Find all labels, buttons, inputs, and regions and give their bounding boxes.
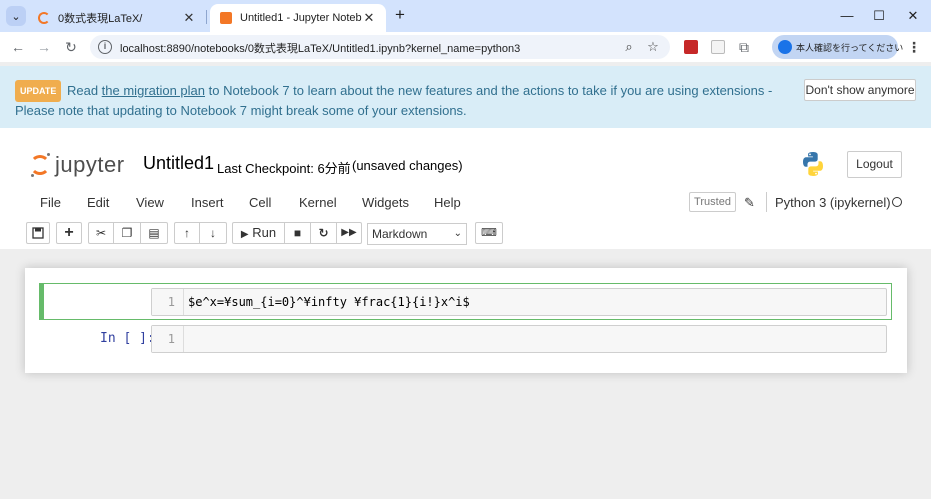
tab-separator	[206, 10, 207, 24]
input-prompt: In [ ]:	[100, 331, 155, 346]
insert-cell-below-button[interactable]: +	[56, 222, 82, 244]
menu-cell[interactable]: Cell	[249, 195, 271, 210]
chevron-down-icon: ⌄	[453, 228, 462, 239]
command-palette-button[interactable]: ⌨	[475, 222, 503, 244]
close-window-button[interactable]: ✕	[903, 6, 923, 26]
notebook-title[interactable]: Untitled1	[143, 153, 214, 174]
tab-search-button[interactable]: ⌄	[6, 6, 26, 26]
paste-cells-button[interactable]: ▤	[141, 222, 168, 244]
tab-title: Untitled1 - Jupyter Notebook	[240, 12, 362, 24]
banner-message: UPDATE Read the migration plan to Notebo…	[15, 80, 800, 120]
close-tab-icon[interactable]: ✕	[362, 10, 376, 26]
fast-forward-icon: ▶▶	[341, 227, 357, 238]
code-cell-editor[interactable]: 1	[151, 325, 887, 353]
trusted-indicator[interactable]: Trusted	[689, 192, 736, 212]
address-bar[interactable]: i localhost:8890/notebooks/0数式表現LaTeX/Un…	[90, 35, 670, 59]
extension-icon[interactable]	[711, 40, 725, 54]
cell-type-select[interactable]: Markdown ⌄	[367, 223, 467, 245]
bookmark-star-icon[interactable]: ☆	[644, 38, 662, 56]
copy-cells-button[interactable]: ❐	[114, 222, 141, 244]
keyboard-icon: ⌨	[481, 227, 497, 239]
python-logo-icon	[803, 152, 823, 176]
new-tab-button[interactable]: +	[390, 6, 410, 26]
menu-view[interactable]: View	[136, 195, 164, 210]
update-banner: UPDATE Read the migration plan to Notebo…	[0, 66, 931, 128]
logo-dot	[31, 174, 34, 177]
interrupt-kernel-button[interactable]: ■	[285, 222, 311, 244]
browser-tab-active[interactable]: Untitled1 - Jupyter Notebook ✕	[210, 4, 386, 32]
maximize-window-button[interactable]: ☐	[869, 6, 889, 26]
close-tab-icon[interactable]: ✕	[182, 10, 196, 26]
minimize-window-button[interactable]: —	[837, 6, 857, 26]
jupyter-logo[interactable]: jupyter	[30, 152, 128, 180]
logo-dot	[47, 153, 50, 156]
move-down-button[interactable]: ↓	[200, 222, 227, 244]
move-up-button[interactable]: ↑	[174, 222, 200, 244]
menu-help[interactable]: Help	[434, 195, 461, 210]
plus-icon: +	[64, 224, 74, 241]
paste-icon: ▤	[148, 226, 160, 240]
save-icon	[32, 227, 44, 239]
tab-title: 0数式表現LaTeX/	[58, 13, 143, 25]
scissors-icon: ✂	[95, 226, 107, 240]
browser-tab-inactive[interactable]: 0数式表現LaTeX/ ✕	[28, 4, 206, 32]
restart-run-all-button[interactable]: ▶▶	[337, 222, 362, 244]
cell-editor[interactable]: 1 $e^x=¥sum_{i=0}^¥infty ¥frac{1}{i!}x^i…	[151, 288, 887, 316]
kernel-idle-indicator-icon	[892, 197, 902, 207]
avatar	[778, 40, 792, 54]
zoom-icon[interactable]: ⌕	[620, 38, 638, 56]
edit-mode-pencil-icon: ✎	[744, 195, 755, 210]
source-text: $e^x=¥sum_{i=0}^¥infty ¥frac{1}{i!}x^i$	[188, 295, 470, 309]
arrow-down-icon: ↓	[210, 226, 216, 240]
jupyter-wordmark: jupyter	[55, 152, 125, 177]
last-checkpoint: Last Checkpoint: 6分前	[217, 161, 351, 176]
run-button[interactable]: ▶ Run	[232, 222, 285, 244]
arrow-up-icon: ↑	[184, 226, 190, 240]
profile-chip[interactable]: 本人確認を行ってください	[772, 35, 903, 59]
logout-button[interactable]: Logout	[847, 151, 902, 178]
line-number: 1	[152, 289, 184, 315]
stop-icon: ■	[293, 226, 302, 240]
jupyter-favicon-icon	[220, 12, 232, 24]
pdf-extension-icon[interactable]	[684, 40, 698, 54]
kernel-divider	[766, 192, 767, 212]
menu-edit[interactable]: Edit	[87, 195, 109, 210]
restart-kernel-button[interactable]: ↻	[311, 222, 337, 244]
profile-label: 本人確認を行ってください	[796, 42, 904, 53]
save-button[interactable]	[26, 222, 50, 244]
restart-icon: ↻	[318, 226, 329, 240]
jupyter-logo-ring-icon	[30, 155, 50, 175]
browser-tabstrip: ⌄ 0数式表現LaTeX/ ✕ Untitled1 - Jupyter Note…	[0, 0, 931, 32]
menu-widgets[interactable]: Widgets	[362, 195, 409, 210]
banner-text-before: Read	[66, 83, 102, 98]
forward-icon[interactable]: →	[34, 37, 54, 57]
menu-file[interactable]: File	[40, 195, 61, 210]
copy-icon: ❐	[121, 226, 133, 240]
update-badge: UPDATE	[15, 80, 62, 102]
browser-menu-icon[interactable]: ⋮	[906, 37, 922, 57]
reload-icon[interactable]: ↻	[61, 37, 81, 57]
dont-show-anymore-button[interactable]: Don't show anymore	[804, 79, 916, 101]
line-number: 1	[152, 326, 184, 352]
site-info-icon[interactable]: i	[98, 40, 112, 54]
run-label: Run	[252, 225, 277, 240]
menu-insert[interactable]: Insert	[191, 195, 224, 210]
cell-type-value: Markdown	[372, 227, 428, 241]
extensions-puzzle-icon[interactable]: ⧉	[734, 37, 754, 57]
address-url[interactable]: localhost:8890/notebooks/0数式表現LaTeX/Unti…	[120, 40, 520, 56]
back-icon[interactable]: ←	[8, 37, 28, 57]
play-icon: ▶	[240, 229, 249, 240]
cell-source[interactable]: $e^x=¥sum_{i=0}^¥infty ¥frac{1}{i!}x^i$	[188, 289, 470, 315]
autosave-status: (unsaved changes)	[352, 158, 463, 173]
menu-kernel[interactable]: Kernel	[299, 195, 337, 210]
migration-plan-link[interactable]: the migration plan	[102, 83, 205, 98]
kernel-name[interactable]: Python 3 (ipykernel)	[775, 195, 891, 210]
cut-cells-button[interactable]: ✂	[88, 222, 114, 244]
loading-spinner-icon	[38, 12, 50, 24]
